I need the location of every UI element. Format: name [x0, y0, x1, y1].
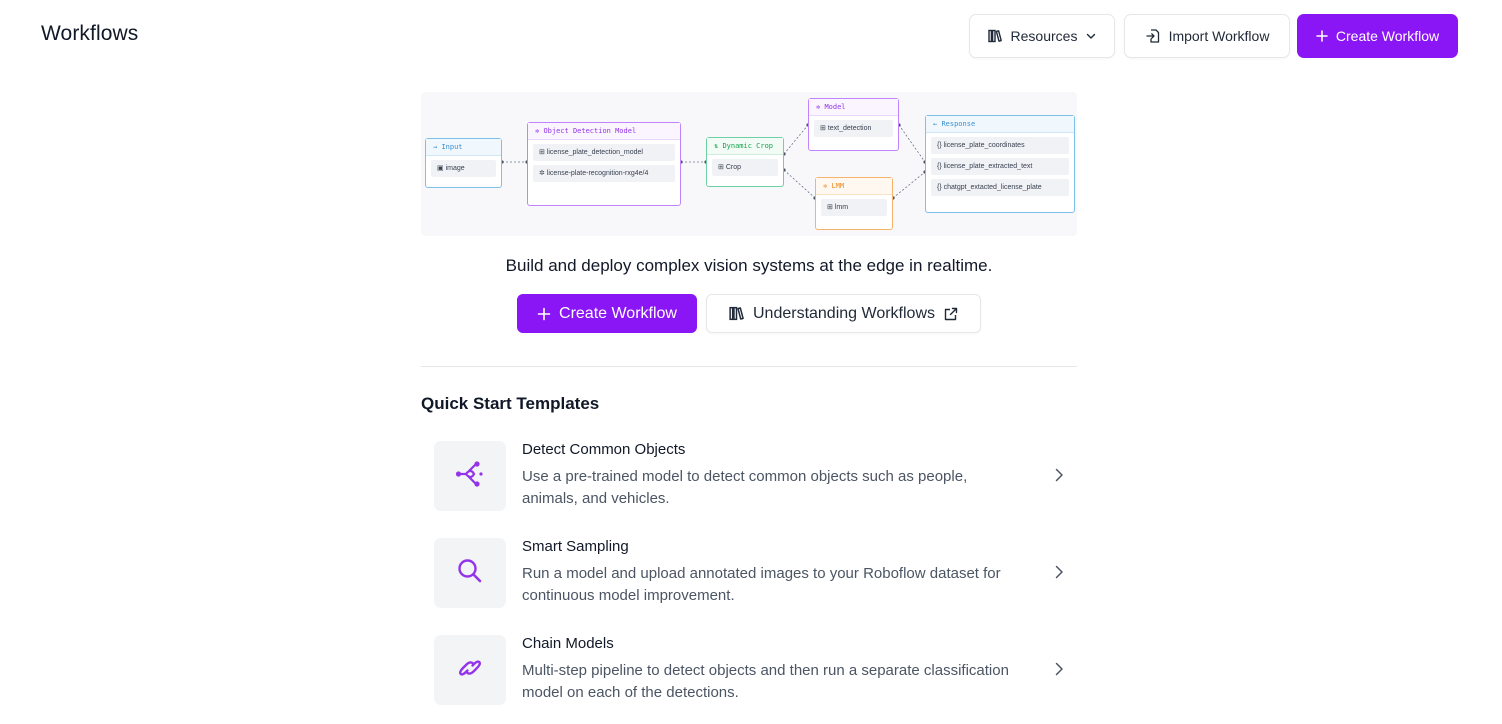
diagram-node-dynamic-crop: ⇅ Dynamic Crop ⊞ Crop	[706, 137, 784, 187]
diagram-node-lmm: ✲ LMM ⊞ lmm	[815, 177, 893, 230]
hero-create-workflow-button[interactable]: Create Workflow	[517, 294, 697, 333]
create-workflow-label: Create Workflow	[1335, 28, 1440, 44]
resources-label: Resources	[1010, 28, 1078, 44]
diagram-node-item: ⊞ Crop	[712, 159, 778, 177]
diagram-node-item: {} license_plate_extracted_text	[931, 158, 1069, 176]
diagram-node-item: ▣ image	[431, 160, 496, 178]
page-title: Workflows	[41, 22, 139, 45]
diagram-node-response: ← Response {} license_plate_coordinates …	[925, 115, 1075, 213]
understanding-workflows-label: Understanding Workflows	[752, 304, 935, 322]
diagram-node-title: ✲ Model	[809, 99, 898, 116]
diagram-node-title: ✲ Object Detection Model	[528, 123, 680, 140]
diagram-node-item: ⊞ license_plate_detection_model	[533, 144, 675, 162]
import-workflow-label: Import Workflow	[1168, 28, 1270, 44]
chevron-right-icon	[1052, 564, 1066, 585]
template-title: Smart Sampling	[522, 538, 629, 555]
section-divider	[421, 366, 1077, 367]
diagram-node-title: ← Response	[926, 116, 1074, 133]
diagram-node-input: → Input ▣ image	[425, 138, 502, 188]
diagram-node-title: → Input	[426, 139, 501, 156]
template-title: Detect Common Objects	[522, 441, 686, 458]
template-chain-models[interactable]: Chain Models Multi-step pipeline to dete…	[434, 635, 1074, 707]
workflow-diagram: → Input ▣ image ✲ Object Detection Model…	[421, 92, 1077, 236]
template-smart-sampling[interactable]: Smart Sampling Run a model and upload an…	[434, 538, 1074, 610]
import-workflow-button[interactable]: Import Workflow	[1124, 14, 1290, 58]
understanding-workflows-button[interactable]: Understanding Workflows	[706, 294, 981, 333]
resources-button[interactable]: Resources	[969, 14, 1115, 58]
library-icon	[987, 28, 1003, 44]
diagram-node-object-detection: ✲ Object Detection Model ⊞ license_plate…	[527, 122, 681, 206]
template-description: Use a pre-trained model to detect common…	[522, 468, 968, 507]
template-icon-tile	[434, 635, 506, 705]
chevron-right-icon	[1052, 661, 1066, 682]
graph-nodes-icon	[453, 457, 487, 496]
link-icon	[454, 652, 486, 689]
template-description: Run a model and upload annotated images …	[522, 565, 1001, 604]
template-icon-tile	[434, 441, 506, 511]
diagram-node-item: {} chatgpt_extacted_license_plate	[931, 179, 1069, 197]
import-icon	[1145, 28, 1161, 44]
plus-icon	[1316, 30, 1328, 42]
template-description: Multi-step pipeline to detect objects an…	[522, 662, 1009, 701]
diagram-node-title: ⇅ Dynamic Crop	[707, 138, 783, 155]
quick-start-templates-title: Quick Start Templates	[421, 394, 600, 413]
diagram-node-item: ⊞ text_detection	[814, 120, 893, 138]
template-icon-tile	[434, 538, 506, 608]
template-detect-common-objects[interactable]: Detect Common Objects Use a pre-trained …	[434, 441, 1074, 513]
diagram-node-model: ✲ Model ⊞ text_detection	[808, 98, 899, 151]
diagram-node-item: ⊞ lmm	[821, 199, 887, 217]
external-link-icon	[943, 306, 959, 322]
search-icon	[455, 556, 485, 591]
chevron-right-icon	[1052, 467, 1066, 488]
chevron-down-icon	[1085, 30, 1097, 42]
template-title: Chain Models	[522, 635, 614, 652]
library-icon	[728, 305, 745, 322]
plus-icon	[537, 307, 551, 321]
diagram-node-title: ✲ LMM	[816, 178, 892, 195]
hero-tagline: Build and deploy complex vision systems …	[505, 256, 993, 275]
hero-create-workflow-label: Create Workflow	[559, 304, 677, 322]
diagram-node-item: ✲ license-plate-recognition-rxg4e/4	[533, 165, 675, 183]
diagram-node-item: {} license_plate_coordinates	[931, 137, 1069, 155]
create-workflow-button[interactable]: Create Workflow	[1297, 14, 1458, 58]
